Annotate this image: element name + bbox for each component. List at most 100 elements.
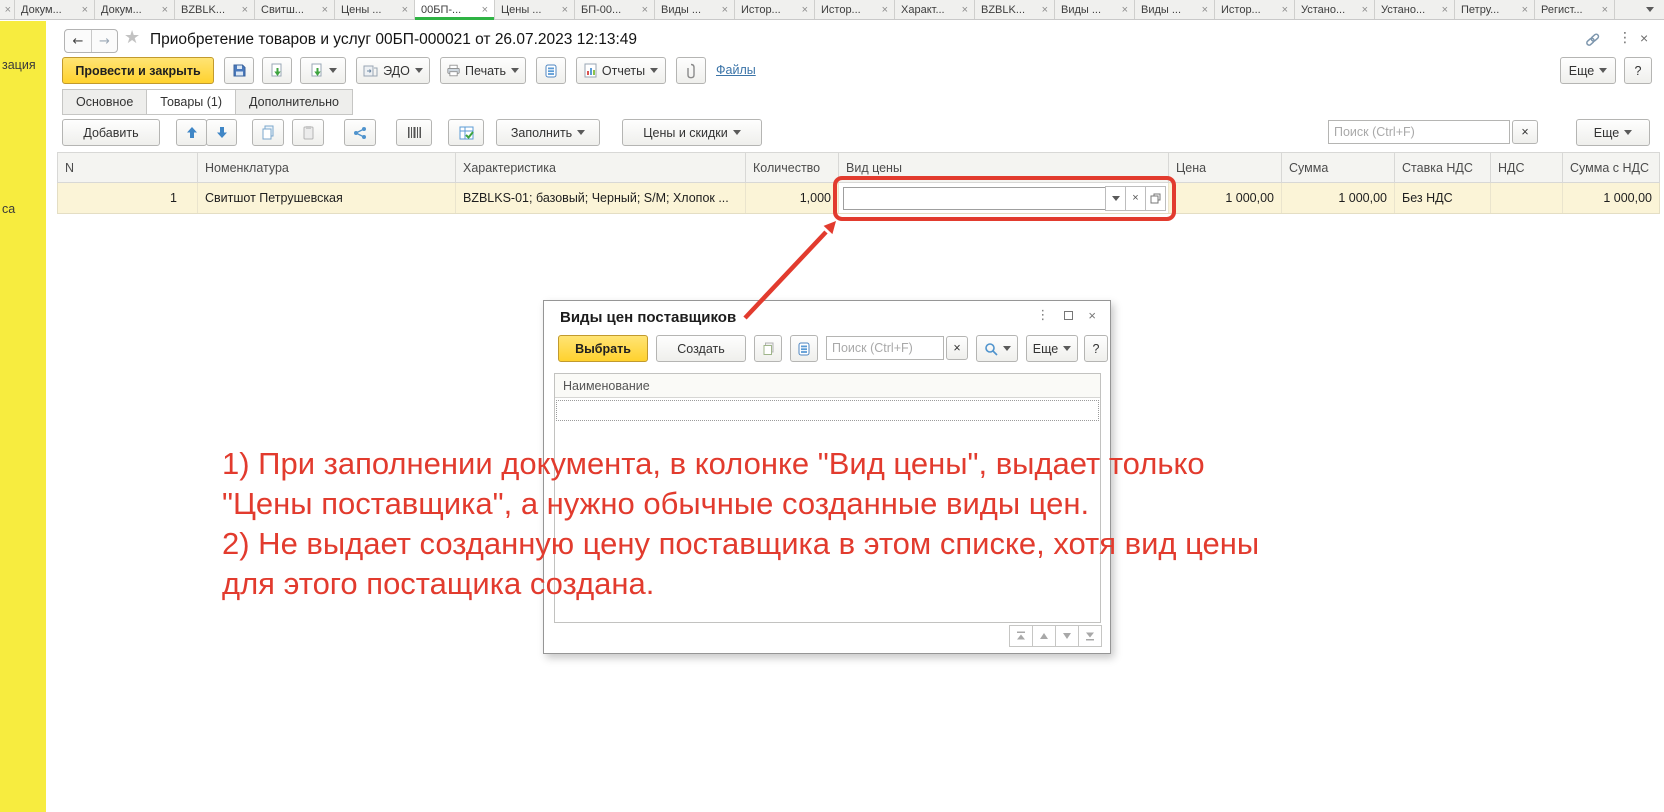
tab-additional[interactable]: Дополнительно	[235, 89, 353, 115]
window-tab[interactable]: Характ... ×	[895, 0, 975, 19]
print-button[interactable]: Печать	[440, 57, 526, 84]
window-tab[interactable]: Цены ... ×	[495, 0, 575, 19]
popup-help-button[interactable]: ?	[1084, 335, 1108, 362]
window-tab[interactable]: Виды ... ×	[1055, 0, 1135, 19]
tab-goods[interactable]: Товары (1)	[146, 89, 235, 115]
list-column-header[interactable]: Наименование	[555, 374, 1100, 398]
tab-close-icon[interactable]: ×	[402, 4, 408, 16]
copy-row-button[interactable]	[252, 119, 284, 146]
tab-close-icon[interactable]: ×	[1362, 4, 1368, 16]
tab-close-icon[interactable]: ×	[1442, 4, 1448, 16]
window-tab[interactable]: Истор... ×	[815, 0, 895, 19]
go-last-button[interactable]	[1078, 625, 1102, 647]
tab-close-icon[interactable]: ×	[322, 4, 328, 16]
popup-close-icon[interactable]: ×	[1088, 308, 1096, 323]
tab-main[interactable]: Основное	[62, 89, 146, 115]
window-close-icon[interactable]: ×	[1640, 30, 1648, 46]
copy-item-button[interactable]	[754, 335, 782, 362]
cell-price[interactable]: 1 000,00	[1169, 183, 1282, 213]
tab-close-icon[interactable]: ×	[1122, 4, 1128, 16]
tab-close-icon[interactable]: ×	[1522, 4, 1528, 16]
favorite-star-icon[interactable]: ★	[124, 27, 140, 48]
help-button[interactable]: ?	[1624, 57, 1652, 84]
cell-vat[interactable]	[1491, 183, 1563, 213]
window-tab[interactable]: БП-00... ×	[575, 0, 655, 19]
window-tab[interactable]: Виды ... ×	[1135, 0, 1215, 19]
window-tab[interactable]: BZBLK... ×	[175, 0, 255, 19]
popup-menu-dots-icon[interactable]: ⋮	[1036, 308, 1049, 323]
list-cursor-row[interactable]	[556, 400, 1099, 421]
window-tab[interactable]: Истор... ×	[735, 0, 815, 19]
popup-more-button[interactable]: Еще	[1026, 335, 1078, 362]
window-tab[interactable]: Петру... ×	[1455, 0, 1535, 19]
column-header[interactable]: НДС	[1491, 153, 1563, 182]
column-header[interactable]: Количество	[746, 153, 839, 182]
related-documents-button[interactable]	[536, 57, 566, 84]
column-header[interactable]: Сумма	[1282, 153, 1395, 182]
cell-vat-rate[interactable]: Без НДС	[1395, 183, 1491, 213]
post-document-button[interactable]	[262, 57, 292, 84]
tab-close-icon[interactable]: ×	[162, 4, 168, 16]
move-row-up-button[interactable]	[176, 119, 207, 146]
window-tab[interactable]: Устано... ×	[1295, 0, 1375, 19]
tab-close-icon[interactable]: ×	[722, 4, 728, 16]
window-tab[interactable]: Устано... ×	[1375, 0, 1455, 19]
post-options-button[interactable]	[300, 57, 346, 84]
select-button[interactable]: Выбрать	[558, 335, 648, 362]
tab-close-icon[interactable]: ×	[1602, 4, 1608, 16]
popup-search-options-button[interactable]	[976, 335, 1018, 362]
popup-clear-search-button[interactable]: ×	[946, 336, 968, 360]
tab-close-icon[interactable]: ×	[82, 4, 88, 16]
window-tab[interactable]: Докум... ×	[15, 0, 95, 19]
list-settings-button[interactable]	[790, 335, 818, 362]
tab-close-icon[interactable]: ×	[962, 4, 968, 16]
cell-amount-with-vat[interactable]: 1 000,00	[1563, 183, 1659, 213]
save-button[interactable]	[224, 57, 254, 84]
add-row-button[interactable]: Добавить	[62, 119, 160, 146]
edo-button[interactable]: ЭДО	[356, 57, 430, 84]
window-tab[interactable]: Истор... ×	[1215, 0, 1295, 19]
popup-maximize-icon[interactable]	[1064, 311, 1073, 320]
barcode-scan-button[interactable]	[396, 119, 432, 146]
cell-nomenclature[interactable]: Свитшот Петрушевская	[198, 183, 456, 213]
tab-close-icon[interactable]: ×	[562, 4, 568, 16]
forward-button[interactable]: →	[91, 30, 117, 52]
column-header[interactable]: Номенклатура	[198, 153, 456, 182]
items-search-input[interactable]	[1328, 120, 1510, 144]
column-header[interactable]: Характеристика	[456, 153, 746, 182]
move-row-down-button[interactable]	[206, 119, 237, 146]
column-header[interactable]: N	[58, 153, 198, 182]
tab-close-icon[interactable]: ×	[482, 4, 488, 16]
files-link[interactable]: Файлы	[716, 63, 756, 77]
window-tab[interactable]: Виды ... ×	[655, 0, 735, 19]
go-next-button[interactable]	[1055, 625, 1079, 647]
column-header[interactable]: Ставка НДС	[1395, 153, 1491, 182]
items-more-button[interactable]: Еще	[1576, 119, 1650, 146]
clear-search-button[interactable]: ×	[1512, 120, 1538, 144]
link-icon[interactable]	[1584, 33, 1601, 49]
create-button[interactable]: Создать	[656, 335, 746, 362]
go-previous-button[interactable]	[1032, 625, 1056, 647]
cell-amount[interactable]: 1 000,00	[1282, 183, 1395, 213]
window-tab[interactable]: Регист... ×	[1535, 0, 1615, 19]
tab-close-icon[interactable]: ×	[1202, 4, 1208, 16]
tab-close-icon[interactable]: ×	[1042, 4, 1048, 16]
prices-discounts-button[interactable]: Цены и скидки	[622, 119, 762, 146]
tabs-overflow-icon[interactable]	[1636, 0, 1664, 19]
paste-row-button[interactable]	[292, 119, 324, 146]
window-tab[interactable]: BZBLK... ×	[975, 0, 1055, 19]
fill-menu-button[interactable]: Заполнить	[496, 119, 600, 146]
share-button[interactable]	[344, 119, 376, 146]
cell-line-number[interactable]: 1	[58, 183, 198, 213]
window-tab[interactable]: 00БП-... ×	[415, 0, 495, 19]
more-button[interactable]: Еще	[1560, 57, 1616, 84]
popup-search-input[interactable]	[826, 336, 944, 360]
go-first-button[interactable]	[1009, 625, 1033, 647]
attach-files-button[interactable]	[676, 57, 706, 84]
window-tab[interactable]: Докум... ×	[95, 0, 175, 19]
fill-table-button[interactable]	[448, 119, 484, 146]
reports-button[interactable]: Отчеты	[576, 57, 666, 84]
tab-close-icon[interactable]: ×	[1282, 4, 1288, 16]
column-header[interactable]: Сумма с НДС	[1563, 153, 1659, 182]
window-tab-partial[interactable]: ×	[0, 0, 15, 19]
